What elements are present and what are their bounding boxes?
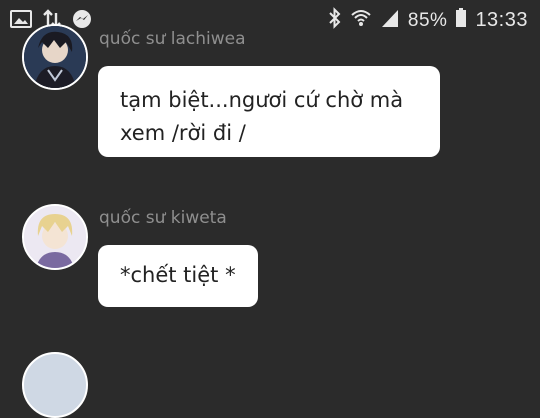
message-username: quốc sư kiweta [99,208,227,228]
avatar[interactable] [22,204,88,270]
battery-percentage: 85% [407,9,448,31]
image-icon [10,10,32,33]
message-username: quốc sư lachiwea [99,29,246,49]
signal-icon [380,8,400,33]
avatar[interactable] [22,24,88,90]
wifi-icon [350,7,372,34]
status-bar: 85% 13:33 [0,0,540,38]
message-bubble[interactable]: *chết tiệt * [98,245,258,307]
bluetooth-icon [328,7,342,34]
avatar[interactable] [22,352,88,418]
battery-icon [455,8,467,33]
clock: 13:33 [475,9,528,31]
message-bubble[interactable]: tạm biệt...ngươi cứ chờ mà xem /rời đi / [98,66,440,157]
